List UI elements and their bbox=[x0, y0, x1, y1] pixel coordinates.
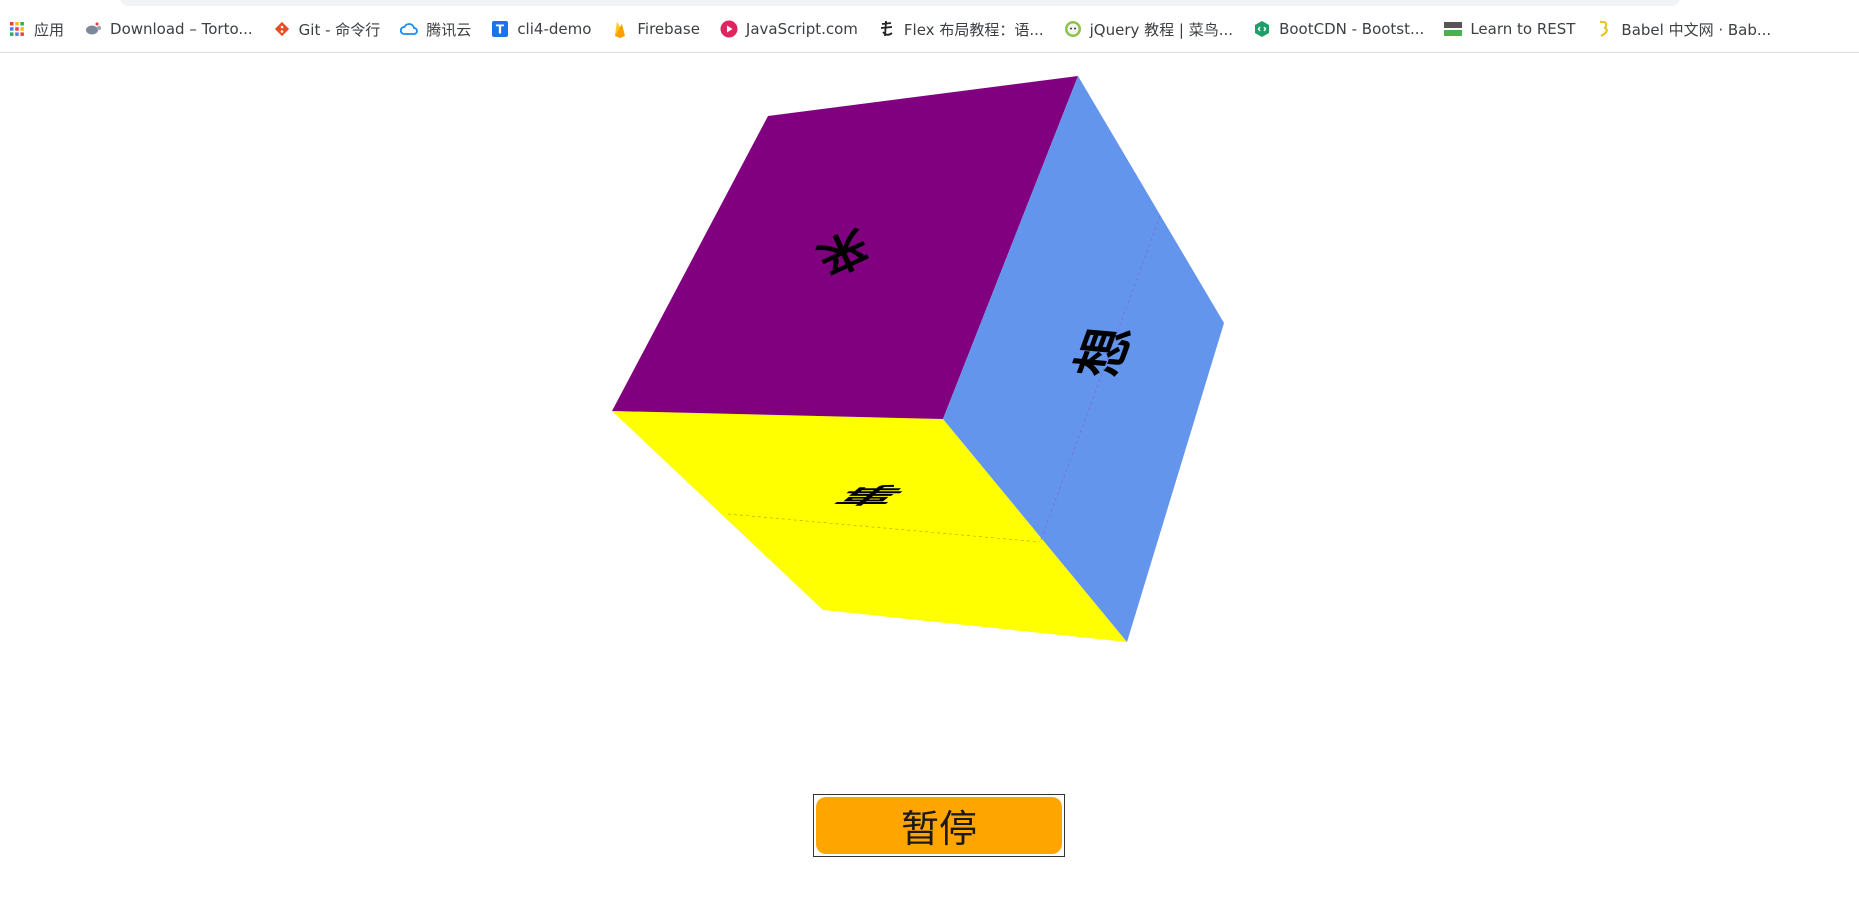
babel-icon bbox=[1595, 20, 1613, 38]
bookmark-label: Flex 布局教程：语... bbox=[903, 20, 1044, 39]
calligraphy-icon bbox=[878, 20, 896, 38]
address-bar-edge[interactable] bbox=[120, 0, 1680, 6]
bookmark-label: Git - 命令行 bbox=[298, 20, 381, 39]
bookmark-label: 应用 bbox=[34, 20, 65, 39]
bookmark-flex-tutorial[interactable]: Flex 布局教程：语... bbox=[868, 16, 1054, 42]
t-icon: T bbox=[491, 20, 509, 38]
bookmarks-list: 应用 Download – Torto... Git - 命令行 腾讯云 T c… bbox=[6, 16, 1781, 42]
svg-text:T: T bbox=[496, 23, 505, 37]
firebase-icon bbox=[611, 20, 629, 38]
rest-icon bbox=[1444, 20, 1463, 38]
javascript-icon bbox=[720, 20, 738, 38]
bookmark-firebase[interactable]: Firebase bbox=[601, 16, 710, 42]
bookmarks-bar: 应用 Download – Torto... Git - 命令行 腾讯云 T c… bbox=[0, 0, 1859, 53]
bookmark-label: BootCDN - Bootst... bbox=[1279, 20, 1425, 38]
demo-page: 来 想 事 暂停 bbox=[0, 52, 1859, 913]
bookmark-label: cli4-demo bbox=[517, 20, 592, 38]
bootcdn-icon bbox=[1253, 20, 1271, 38]
bookmark-label: Learn to REST bbox=[1470, 20, 1576, 38]
bookmark-tencent-cloud[interactable]: 腾讯云 bbox=[390, 16, 481, 42]
apps-grid-icon bbox=[8, 20, 26, 38]
pause-button-label: 暂停 bbox=[816, 797, 1062, 854]
bookmark-bootcdn[interactable]: BootCDN - Bootst... bbox=[1243, 16, 1434, 42]
bookmark-babel[interactable]: Babel 中文网 · Bab... bbox=[1585, 16, 1781, 42]
bookmark-label: Firebase bbox=[637, 20, 700, 38]
bookmark-label: Download – Torto... bbox=[110, 20, 253, 38]
bookmark-label: JavaScript.com bbox=[745, 20, 858, 38]
git-icon bbox=[273, 20, 291, 38]
rotating-cube: 来 想 事 bbox=[612, 76, 1224, 642]
bookmark-label: Babel 中文网 · Bab... bbox=[1621, 20, 1772, 39]
bookmark-tortoise[interactable]: Download – Torto... bbox=[74, 16, 263, 42]
bookmark-apps[interactable]: 应用 bbox=[6, 16, 74, 42]
bookmark-cli4-demo[interactable]: T cli4-demo bbox=[481, 16, 601, 42]
bookmark-git[interactable]: Git - 命令行 bbox=[263, 16, 391, 42]
cloud-icon bbox=[400, 20, 419, 38]
bookmark-learn-to-rest[interactable]: Learn to REST bbox=[1434, 16, 1585, 42]
bookmark-label: 腾讯云 bbox=[426, 20, 472, 39]
bookmark-javascript[interactable]: JavaScript.com bbox=[710, 16, 868, 42]
runoob-icon bbox=[1064, 20, 1082, 38]
tortoise-icon bbox=[84, 20, 102, 38]
bookmark-label: jQuery 教程 | 菜鸟... bbox=[1089, 20, 1234, 39]
bookmark-jquery-runoob[interactable]: jQuery 教程 | 菜鸟... bbox=[1054, 16, 1243, 42]
pause-button[interactable]: 暂停 bbox=[813, 794, 1065, 857]
